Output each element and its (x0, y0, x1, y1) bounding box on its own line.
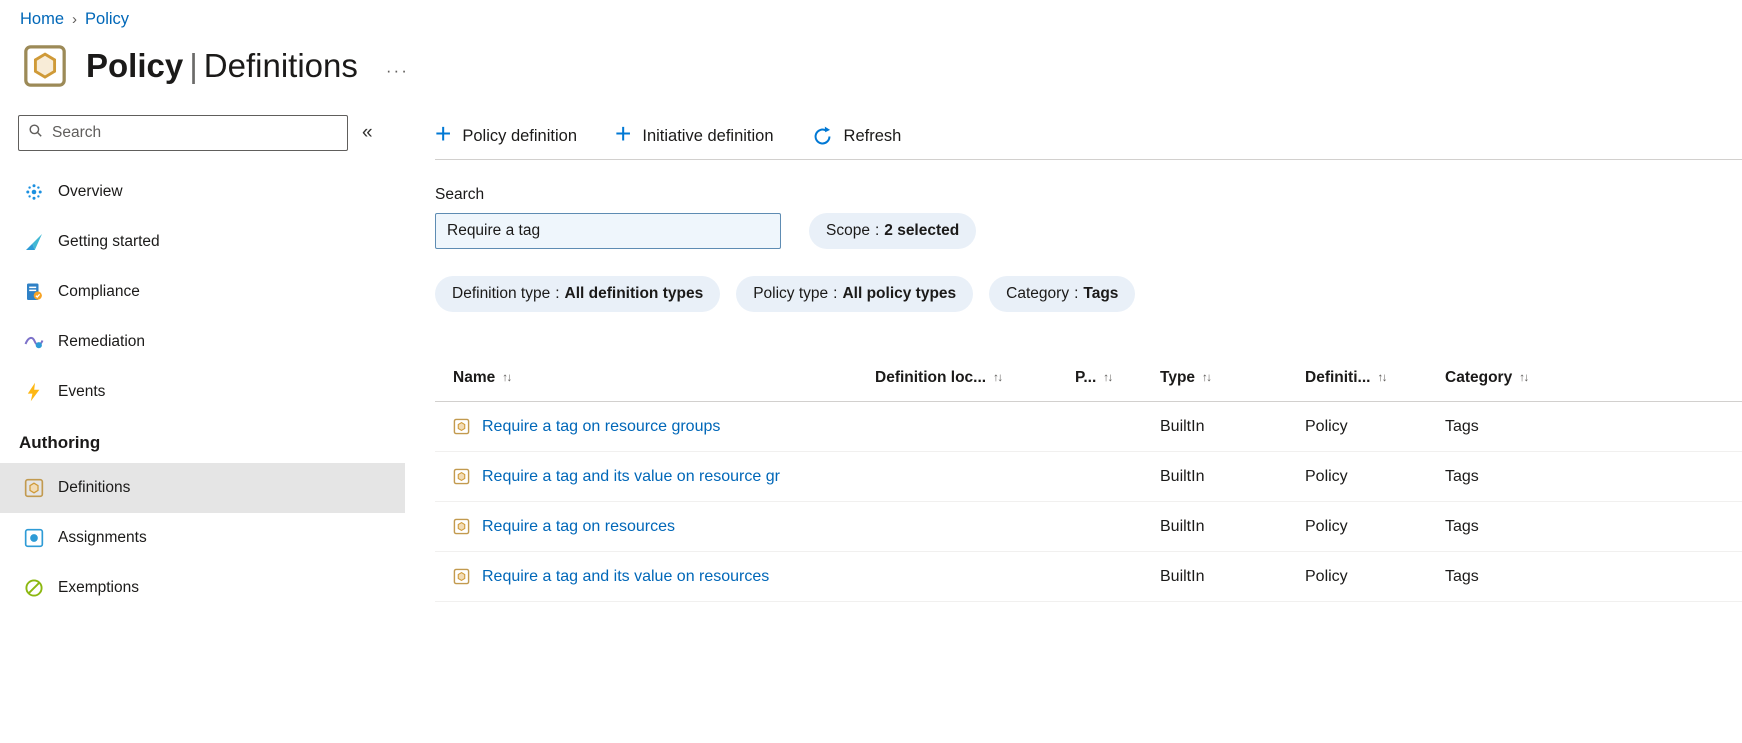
sort-icon: ↑↓ (1103, 371, 1113, 384)
remediation-icon (24, 332, 44, 352)
filter-pill-definition-type[interactable]: Definition type : All definition types (435, 276, 721, 312)
policy-definition-icon (453, 518, 470, 535)
category-cell: Tags (1445, 517, 1479, 535)
sidebar-item-getting-started[interactable]: Getting started (0, 217, 405, 267)
breadcrumb-home-link[interactable]: Home (20, 10, 64, 29)
command-bar: + Policy definition + Initiative definit… (435, 115, 1742, 157)
chevron-right-icon: › (72, 11, 78, 28)
refresh-icon (812, 126, 833, 147)
category-cell: Tags (1445, 417, 1479, 435)
definition-type-cell: Policy (1305, 567, 1348, 585)
plus-icon: + (615, 118, 632, 149)
sidebar-item-label: Getting started (58, 233, 160, 250)
sidebar-item-label: Definitions (58, 479, 131, 496)
page-title: Policy | Definitions (86, 47, 358, 84)
sidebar-item-label: Assignments (58, 529, 147, 546)
sidebar: « Overview Getting started Compliance (0, 115, 405, 613)
filter-pill-category[interactable]: Category : Tags (989, 276, 1136, 312)
sidebar-item-assignments[interactable]: Assignments (0, 513, 405, 563)
column-header-name[interactable]: Name ↑↓ (453, 369, 875, 387)
sidebar-item-label: Overview (58, 183, 123, 200)
column-header-definition-type[interactable]: Definiti... ↑↓ (1305, 369, 1445, 387)
sidebar-item-overview[interactable]: Overview (0, 167, 405, 217)
policy-definition-button[interactable]: + Policy definition (435, 118, 577, 149)
collapse-sidebar-button[interactable]: « (362, 122, 373, 144)
sidebar-section-authoring: Authoring (19, 433, 101, 452)
sidebar-item-label: Exemptions (58, 579, 139, 596)
sidebar-item-label: Remediation (58, 333, 146, 350)
definition-type-cell: Policy (1305, 417, 1348, 435)
definition-type-cell: Policy (1305, 517, 1348, 535)
sort-icon: ↑↓ (1202, 371, 1212, 384)
category-cell: Tags (1445, 567, 1479, 585)
breadcrumb-policy-link[interactable]: Policy (85, 10, 129, 29)
sidebar-item-events[interactable]: Events (0, 367, 405, 417)
events-icon (24, 382, 44, 402)
initiative-definition-button[interactable]: + Initiative definition (615, 118, 774, 149)
type-cell: BuiltIn (1160, 567, 1205, 585)
policy-icon (22, 43, 68, 89)
more-options-button[interactable]: ··· (386, 61, 409, 81)
sort-icon: ↑↓ (1377, 371, 1387, 384)
column-header-category[interactable]: Category ↑↓ (1445, 369, 1742, 387)
filter-pill-scope[interactable]: Scope : 2 selected (809, 213, 977, 249)
sidebar-item-exemptions[interactable]: Exemptions (0, 563, 405, 613)
main-content: + Policy definition + Initiative definit… (405, 115, 1742, 602)
sidebar-item-label: Events (58, 383, 106, 400)
table-row: Require a tag on resource groups BuiltIn… (435, 402, 1742, 452)
table-header-row: Name ↑↓ Definition loc... ↑↓ P... ↑↓ Type ↑↓… (435, 354, 1742, 402)
refresh-button[interactable]: Refresh (812, 126, 901, 147)
sidebar-search-box (18, 115, 348, 151)
type-cell: BuiltIn (1160, 467, 1205, 485)
policy-definition-icon (453, 418, 470, 435)
overview-icon (24, 182, 44, 202)
plus-icon: + (435, 118, 452, 149)
table-row: Require a tag and its value on resources… (435, 552, 1742, 602)
policy-definition-icon (453, 468, 470, 485)
search-label: Search (435, 186, 485, 203)
column-header-type[interactable]: Type ↑↓ (1160, 369, 1305, 387)
sort-icon: ↑↓ (993, 371, 1003, 384)
sort-icon: ↑↓ (1519, 371, 1529, 384)
definition-type-cell: Policy (1305, 467, 1348, 485)
definition-link[interactable]: Require a tag on resources (482, 518, 675, 536)
exemptions-icon (24, 578, 44, 598)
compliance-icon (24, 282, 44, 302)
definitions-icon (24, 478, 44, 498)
column-header-definition-location[interactable]: Definition loc... ↑↓ (875, 369, 1075, 387)
column-header-policies[interactable]: P... ↑↓ (1075, 369, 1160, 387)
toolbar-divider (435, 159, 1742, 160)
getting-started-icon (24, 232, 44, 252)
sidebar-item-definitions[interactable]: Definitions (0, 463, 405, 513)
definitions-search-input[interactable] (435, 213, 781, 249)
assignments-icon (24, 528, 44, 548)
filter-pill-policy-type[interactable]: Policy type : All policy types (736, 276, 974, 312)
page-header: Policy | Definitions ··· (0, 43, 1742, 89)
definition-link[interactable]: Require a tag and its value on resource … (482, 468, 780, 486)
definition-link[interactable]: Require a tag and its value on resources (482, 568, 769, 586)
type-cell: BuiltIn (1160, 517, 1205, 535)
type-cell: BuiltIn (1160, 417, 1205, 435)
definitions-table: Name ↑↓ Definition loc... ↑↓ P... ↑↓ Type ↑↓… (435, 354, 1742, 602)
table-row: Require a tag and its value on resource … (435, 452, 1742, 502)
sidebar-item-compliance[interactable]: Compliance (0, 267, 405, 317)
table-row: Require a tag on resources BuiltIn Polic… (435, 502, 1742, 552)
sidebar-search-input[interactable] (50, 123, 338, 143)
sort-icon: ↑↓ (502, 371, 512, 384)
sidebar-item-remediation[interactable]: Remediation (0, 317, 405, 367)
category-cell: Tags (1445, 467, 1479, 485)
definition-link[interactable]: Require a tag on resource groups (482, 418, 720, 436)
breadcrumb: Home › Policy (0, 0, 1742, 29)
sidebar-item-label: Compliance (58, 283, 140, 300)
policy-definition-icon (453, 568, 470, 585)
search-icon (28, 123, 43, 143)
